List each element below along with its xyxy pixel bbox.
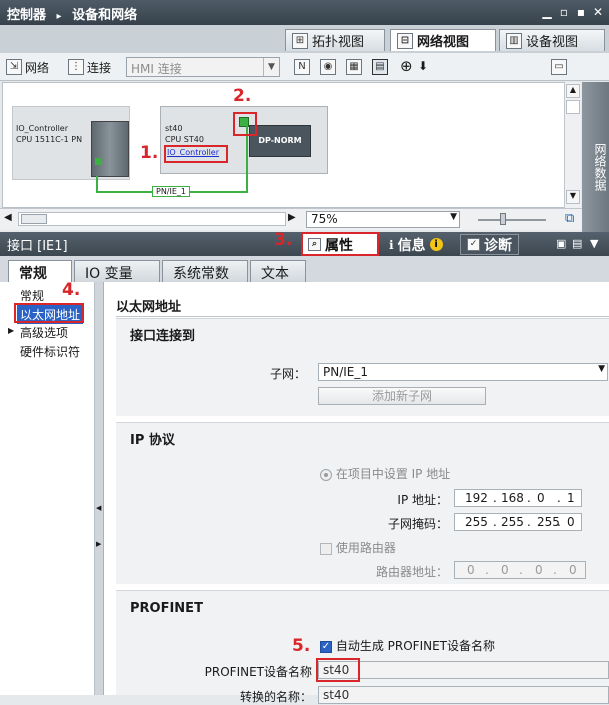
split-view-icon[interactable]: ▤	[572, 237, 582, 250]
subnet-select[interactable]: PN/IE_1 ▼	[318, 363, 608, 381]
ip-protocol-section: IP 协议 在项目中设置 IP 地址 IP 地址： 192. 168. 0. 1…	[116, 422, 609, 584]
profinet-section: PROFINET ✓ 自动生成 PROFINET设备名称 PROFINET设备名…	[116, 590, 609, 704]
subnet-label[interactable]: PN/IE_1	[152, 186, 191, 197]
zoom-slider-handle[interactable]	[500, 213, 506, 225]
info-badge-icon: i	[429, 238, 443, 251]
router-octet-2: 0	[501, 563, 509, 577]
annotation-box-3	[301, 232, 379, 256]
converted-name-field[interactable]: st40	[318, 686, 609, 704]
section-title: 接口连接到	[130, 329, 196, 344]
subnet-mask-label: 子网掩码：	[387, 517, 448, 531]
chevron-down-icon: ▼	[598, 364, 605, 374]
annotation-number-5: 5.	[292, 636, 311, 656]
splitter-left-icon[interactable]: ◀	[96, 504, 101, 512]
horizontal-scrollbar[interactable]	[18, 212, 286, 226]
subnet-mask-field[interactable]: 255. 255. 255. 0	[454, 513, 582, 531]
mask-octet-4: 0	[567, 515, 575, 529]
ip-octet-4: 1	[567, 491, 575, 505]
annotation-box-2	[233, 112, 257, 136]
router-octet-4: 0	[569, 563, 577, 577]
checkbox-label: 自动生成 PROFINET设备名称	[335, 639, 495, 653]
section-title: IP 协议	[130, 433, 175, 448]
checkbox-icon	[320, 542, 332, 555]
nav-advanced-options[interactable]: 高级选项	[20, 324, 68, 341]
tab-text[interactable]: 文本	[250, 260, 306, 282]
tab-general[interactable]: 常规	[8, 260, 72, 282]
router-address-field[interactable]: 0. 0. 0. 0	[454, 561, 586, 579]
property-subtabs: 常规 IO 变量 系统常数 文本	[0, 256, 609, 282]
converted-name-label: 转换的名称：	[239, 690, 312, 704]
tab-label: 信息	[397, 237, 426, 254]
router-address-label: 路由器地址：	[375, 565, 448, 579]
expand-arrow-icon[interactable]: ▶	[8, 326, 14, 335]
mask-octet-1: 255	[465, 515, 488, 529]
router-octet-1: 0	[467, 563, 475, 577]
page-title: 以太网地址	[116, 300, 182, 315]
annotation-box-4	[14, 303, 84, 323]
checkbox-checked-icon: ✓	[320, 640, 332, 653]
property-nav-pane: 常规 以太网地址 ▶ 高级选项 硬件标识符	[0, 282, 95, 695]
nav-hardware-id[interactable]: 硬件标识符	[20, 343, 80, 360]
annotation-number-4: 4.	[62, 280, 81, 300]
splitter-right-icon[interactable]: ▶	[96, 540, 101, 548]
tab-info[interactable]: ℹ 信息 i	[383, 234, 449, 255]
ip-octet-1: 192	[465, 491, 488, 505]
inspector-title: 接口 [IE1]	[7, 239, 68, 254]
subnet-value: PN/IE_1	[323, 365, 369, 379]
device-name-field[interactable]: st40	[318, 661, 609, 679]
annotation-box-5	[316, 658, 360, 682]
add-subnet-button[interactable]: 添加新子网	[318, 387, 486, 405]
annotation-number-2: 2.	[233, 86, 252, 106]
info-glyph-icon: ℹ	[389, 237, 394, 252]
divider	[116, 316, 609, 317]
radio-selected-icon	[320, 468, 332, 481]
zoom-value: 75%	[311, 212, 338, 226]
ethernet-address-panel: 以太网地址 接口连接到 子网： PN/IE_1 ▼ 添加新子网 IP 协议 在项…	[104, 282, 609, 704]
section-title: PROFINET	[130, 601, 203, 616]
use-router-checkbox[interactable]: 使用路由器	[320, 539, 396, 556]
float-window-icon[interactable]: ▣	[556, 237, 566, 250]
device-name-label: PROFINET设备名称	[204, 665, 312, 679]
tab-label: 诊断	[484, 237, 512, 254]
tab-system-constants[interactable]: 系统常数	[162, 260, 248, 282]
tab-diagnostics[interactable]: ✓ 诊断	[460, 234, 519, 255]
annotation-number-3: 3.	[274, 230, 293, 250]
ip-octet-3: 0	[537, 491, 545, 505]
fit-view-icon[interactable]: ⧉	[565, 211, 574, 226]
set-ip-in-project-radio[interactable]: 在项目中设置 IP 地址	[320, 465, 450, 482]
scroll-right-icon[interactable]: ▶	[288, 212, 296, 223]
interface-section: 接口连接到 子网： PN/IE_1 ▼ 添加新子网	[116, 318, 609, 416]
ip-address-label: IP 地址：	[397, 493, 448, 507]
scroll-thumb[interactable]	[21, 214, 47, 224]
ip-address-field[interactable]: 192. 168. 0. 1	[454, 489, 582, 507]
subnet-label: 子网：	[269, 367, 306, 381]
network-links	[96, 123, 248, 193]
router-octet-3: 0	[535, 563, 543, 577]
chevron-down-icon: ▼	[450, 212, 457, 222]
zoom-slider[interactable]	[478, 219, 546, 221]
collapse-icon[interactable]: ▼	[590, 237, 598, 250]
ip-octet-2: 168	[501, 491, 524, 505]
scroll-left-icon[interactable]: ◀	[4, 212, 12, 223]
auto-generate-name-checkbox[interactable]: ✓ 自动生成 PROFINET设备名称	[320, 637, 495, 654]
radio-label: 在项目中设置 IP 地址	[335, 467, 451, 481]
canvas-status-bar: ◀ ▶ 75% ▼ ⧉	[0, 208, 582, 230]
mask-octet-2: 255	[501, 515, 524, 529]
converted-name-value: st40	[323, 688, 350, 702]
tab-io-variables[interactable]: IO 变量	[74, 260, 160, 282]
nav-general[interactable]: 常规	[20, 287, 44, 304]
annotation-number-1: 1.	[140, 143, 159, 163]
annotation-box-1	[164, 145, 228, 163]
pane-splitter[interactable]: ◀ ▶	[95, 282, 104, 695]
checkbox-label: 使用路由器	[335, 541, 396, 555]
diagnostics-icon: ✓	[467, 238, 480, 251]
zoom-select[interactable]: 75% ▼	[306, 211, 460, 228]
